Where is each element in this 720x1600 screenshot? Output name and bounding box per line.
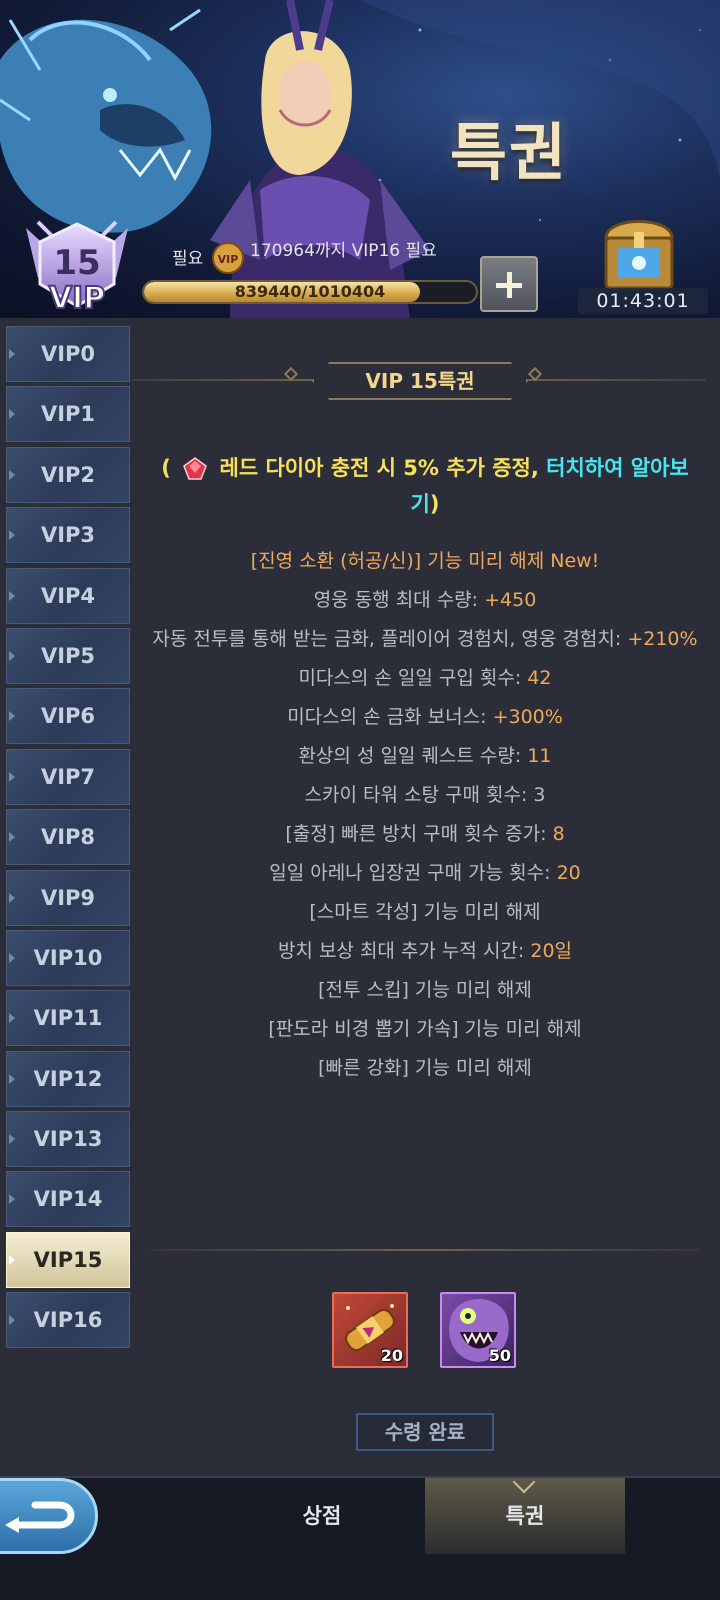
- benefit-label: 미다스의 손 금화 보너스:: [287, 706, 493, 728]
- benefit-value: 11: [527, 745, 552, 767]
- tab-vip7[interactable]: VIP7: [6, 748, 130, 805]
- benefit-item: [판도라 비경 뽑기 가속] 기능 미리 해제: [150, 1010, 700, 1049]
- reward-item[interactable]: 50: [440, 1292, 516, 1368]
- benefit-list: [진영 소환 (허공/신)] 기능 미리 해제 New! 영웅 동행 최대 수량:…: [150, 542, 700, 1088]
- benefit-label: 미다스의 손 일일 구입 횟수:: [298, 667, 528, 689]
- tab-vip14[interactable]: VIP14: [6, 1171, 130, 1228]
- page-title: 특권: [450, 116, 569, 189]
- tab-vip5[interactable]: VIP5: [6, 627, 130, 684]
- benefit-label: 환상의 성 일일 퀘스트 수량:: [298, 745, 528, 767]
- benefit-item: 환상의 성 일일 퀘스트 수량: 11: [150, 737, 700, 776]
- required-label: 필요: [172, 249, 204, 269]
- benefit-item: 일일 아레나 입장권 구매 가능 횟수: 20: [150, 854, 700, 893]
- vip-level-number: 15: [53, 243, 100, 283]
- benefit-item: [출정] 빠른 방치 구매 횟수 증가: 8: [150, 815, 700, 854]
- treasure-chest-icon[interactable]: [600, 208, 678, 292]
- benefit-label: 방치 보상 최대 추가 누적 시간:: [277, 940, 531, 962]
- benefit-value: 42: [527, 667, 552, 689]
- benefit-label: 스카이 타워 소탕 구매 횟수: 3: [304, 784, 546, 806]
- benefit-label: [빠른 강화] 기능 미리 해제: [318, 1057, 532, 1079]
- benefit-value: 20일: [530, 940, 573, 962]
- vip-level-tabs: VIP0 VIP1 VIP2 VIP3 VIP4 VIP5 VIP6 VIP7 VIP8 VIP9…: [6, 326, 130, 1353]
- tab-vip12[interactable]: VIP12: [6, 1050, 130, 1107]
- banner: 특권 15 VIP 필요 VIP 170964까지 VIP16 필요 83944: [0, 0, 720, 318]
- tab-vip8[interactable]: VIP8: [6, 809, 130, 866]
- benefit-value: +450: [484, 589, 537, 611]
- tab-vip1[interactable]: VIP1: [6, 386, 130, 443]
- promo-close-paren: ): [429, 492, 440, 516]
- back-button[interactable]: [0, 1478, 98, 1554]
- vip-level-label: VIP: [49, 281, 105, 314]
- vip-level-emblem: 15 VIP: [26, 220, 128, 314]
- benefit-label: [출정] 빠른 방치 구매 횟수 증가:: [285, 823, 553, 845]
- benefit-value: 20: [556, 862, 581, 884]
- benefit-item: [스마트 각성] 기능 미리 해제: [150, 893, 700, 932]
- required-text: 170964까지 VIP16 필요: [250, 241, 437, 261]
- tab-vip15[interactable]: VIP15: [6, 1231, 130, 1288]
- benefit-item: 자동 전투를 통해 받는 금화, 플레이어 경험치, 영웅 경험치: +210%: [150, 620, 700, 659]
- dragon-art: [0, 8, 212, 233]
- claim-complete-button[interactable]: 수령 완료: [356, 1413, 494, 1451]
- promo-text: 레드 다이아 충전 시 5% 추가 증정,: [219, 456, 539, 480]
- benefit-item: 방치 보상 최대 추가 누적 시간: 20일: [150, 932, 700, 971]
- benefit-item: 미다스의 손 일일 구입 횟수: 42: [150, 659, 700, 698]
- promo-open-paren: (: [161, 456, 171, 480]
- reward-item[interactable]: 20: [332, 1292, 408, 1368]
- benefit-item: [전투 스킵] 기능 미리 해제: [150, 971, 700, 1010]
- tab-vip13[interactable]: VIP13: [6, 1111, 130, 1168]
- tab-vip4[interactable]: VIP4: [6, 567, 130, 624]
- rewards-divider: [150, 1249, 700, 1251]
- tab-vip3[interactable]: VIP3: [6, 507, 130, 564]
- tab-vip16[interactable]: VIP16: [6, 1292, 130, 1349]
- promo-banner[interactable]: ( 레드 다이아 충전 시 5% 추가 증정, 터치하여 알아보기): [160, 450, 690, 522]
- tab-vip2[interactable]: VIP2: [6, 446, 130, 503]
- benefit-item: 미다스의 손 금화 보너스: +300%: [150, 698, 700, 737]
- benefit-value: 8: [552, 823, 565, 845]
- benefit-label: 영웅 동행 최대 수량:: [313, 589, 485, 611]
- tab-vip9[interactable]: VIP9: [6, 869, 130, 926]
- back-arrow-icon: [5, 1501, 75, 1533]
- svg-text:VIP: VIP: [218, 253, 239, 266]
- reward-qty: 20: [380, 1346, 403, 1365]
- benefit-item: [빠른 강화] 기능 미리 해제: [150, 1049, 700, 1088]
- benefit-label: [진영 소환 (허공/신)] 기능 미리 해제 New!: [250, 550, 600, 572]
- vip-exp-bar: 839440/1010404: [142, 280, 478, 304]
- benefit-value: +210%: [627, 628, 698, 650]
- section-title: VIP 15특권: [365, 369, 475, 393]
- benefit-label: 일일 아레나 입장권 구매 가능 횟수:: [269, 862, 557, 884]
- tab-vip11[interactable]: VIP11: [6, 990, 130, 1047]
- benefit-label: [판도라 비경 뽑기 가속] 기능 미리 해제: [268, 1018, 582, 1040]
- countdown-timer: 01:43:01: [578, 288, 708, 314]
- recharge-plus-button[interactable]: [480, 256, 538, 312]
- benefit-value: +300%: [492, 706, 563, 728]
- benefit-label: 자동 전투를 통해 받는 금화, 플레이어 경험치, 영웅 경험치:: [152, 628, 628, 650]
- benefit-item: [진영 소환 (허공/신)] 기능 미리 해제 New!: [150, 542, 700, 581]
- tab-shop[interactable]: 상점: [262, 1478, 382, 1554]
- red-diamond-icon: [183, 457, 208, 480]
- vip-exp-text: 839440/1010404: [234, 282, 386, 301]
- tab-vip10[interactable]: VIP10: [6, 929, 130, 986]
- vip-privilege-screen: 특권 15 VIP 필요 VIP 170964까지 VIP16 필요 83944: [0, 0, 720, 1600]
- reward-qty: 50: [488, 1346, 511, 1365]
- vip-coin-icon: VIP: [212, 242, 244, 274]
- benefit-label: [전투 스킵] 기능 미리 해제: [318, 979, 532, 1001]
- benefit-label: [스마트 각성] 기능 미리 해제: [309, 901, 541, 923]
- benefit-item: 영웅 동행 최대 수량: +450: [150, 581, 700, 620]
- tab-vip0[interactable]: VIP0: [6, 326, 130, 382]
- tab-vip6[interactable]: VIP6: [6, 688, 130, 745]
- benefit-item: 스카이 타워 소탕 구매 횟수: 3: [150, 776, 700, 815]
